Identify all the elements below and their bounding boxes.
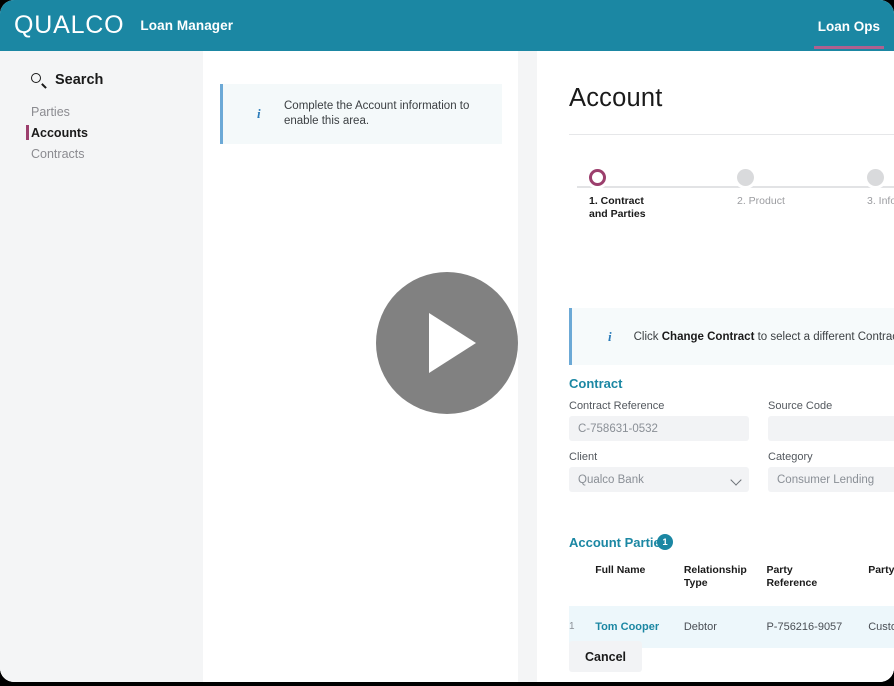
column-header-full-name: Full Name	[595, 564, 646, 576]
page-title: Account	[569, 84, 663, 112]
account-parties-count-badge: 1	[657, 534, 673, 550]
account-parties-title: Account Parties	[569, 535, 668, 550]
play-triangle	[429, 313, 476, 373]
input-category[interactable]: Consumer Lending	[768, 467, 894, 492]
select-client-value: Qualco Bank	[578, 473, 644, 486]
user-menu-button[interactable]: Loan Ops	[813, 3, 885, 49]
app-name-label: Loan Manager	[140, 18, 234, 33]
stepper-track	[577, 186, 894, 188]
select-client[interactable]: Qualco Bank	[569, 467, 749, 492]
input-source-code[interactable]	[768, 416, 894, 441]
middle-info-banner: i Complete the Account information to en…	[220, 84, 502, 144]
cell-party-purpose: Custom	[868, 605, 894, 648]
label-contract-reference: Contract Reference	[569, 400, 665, 412]
stepper-step-1[interactable]: 1. Contract and Parties	[589, 169, 646, 220]
stepper-step-2[interactable]: 2. Product	[737, 169, 785, 207]
panel-gutter	[518, 51, 537, 682]
notice-text-bold: Change Contract	[661, 330, 755, 343]
sidebar-item-contracts[interactable]: Contracts	[0, 143, 203, 164]
sidebar-item-parties[interactable]: Parties	[0, 101, 203, 122]
table-header-row: Full Name Relationship Type Party Refere…	[569, 559, 894, 606]
stepper-label-1: 1. Contract and Parties	[589, 195, 646, 221]
search-icon	[31, 72, 47, 89]
account-parties-table: Full Name Relationship Type Party Refere…	[569, 559, 894, 648]
stepper-dot-2	[737, 169, 754, 186]
field-category: Category Consumer Lending	[768, 451, 894, 492]
notice-text-before: Click	[633, 330, 662, 343]
sidebar-search[interactable]: Search	[0, 72, 203, 89]
info-icon: i	[257, 106, 261, 121]
table-head: Full Name Relationship Type Party Refere…	[569, 559, 894, 606]
sidebar-search-label: Search	[55, 72, 104, 88]
column-header-party-reference: Party Reference	[766, 564, 818, 589]
field-client: Client Qualco Bank	[569, 451, 749, 492]
stepper-step-3[interactable]: 3. Informa	[867, 169, 894, 207]
field-source-code: Source Code	[768, 400, 894, 441]
label-source-code: Source Code	[768, 400, 833, 412]
stepper-dot-1	[589, 169, 606, 186]
screenshot-root: QUALCO Loan Manager Loan Ops Search Part…	[0, 0, 894, 686]
label-category: Category	[768, 451, 813, 463]
change-contract-info-text: Click Change Contract to select a differ…	[634, 331, 894, 343]
cancel-button[interactable]: Cancel	[569, 641, 642, 672]
middle-info-banner-text: Complete the Account information to enab…	[284, 99, 470, 127]
stepper-label-2: 2. Product	[737, 195, 785, 207]
change-contract-info-banner: i Click Change Contract to select a diff…	[569, 308, 894, 365]
column-header-relationship-type: Relationship Type	[683, 564, 747, 589]
party-name-link[interactable]: Tom Cooper	[595, 621, 659, 633]
wizard-stepper: 1. Contract and Parties 2. Product 3. In…	[569, 169, 894, 244]
top-header-bar: QUALCO Loan Manager Loan Ops	[0, 0, 894, 51]
qualco-logo: QUALCO	[14, 11, 125, 39]
chevron-down-icon	[730, 474, 742, 486]
label-client: Client	[569, 451, 598, 463]
field-contract-reference: Contract Reference C-758631-0532	[569, 400, 749, 441]
notice-text-after: to select a different Contract for th	[757, 330, 894, 343]
sidebar-item-accounts[interactable]: Accounts	[0, 122, 203, 143]
play-icon[interactable]	[376, 272, 518, 414]
contract-section-title: Contract	[569, 376, 623, 391]
cell-party-reference: P-756216-9057	[766, 605, 869, 648]
stepper-dot-3	[867, 169, 884, 186]
title-divider	[569, 134, 894, 135]
cell-relationship-type: Debtor	[683, 605, 767, 648]
stepper-label-3: 3. Informa	[867, 195, 894, 207]
column-header-party-purpose: Party Pu	[868, 564, 894, 576]
info-icon: i	[608, 328, 612, 344]
account-detail-panel: Account 1. Contract and Parties 2. Produ…	[537, 51, 894, 682]
column-header-index	[569, 559, 595, 606]
left-sidebar: Search Parties Accounts Contracts	[0, 51, 203, 682]
input-contract-reference[interactable]: C-758631-0532	[569, 416, 749, 441]
